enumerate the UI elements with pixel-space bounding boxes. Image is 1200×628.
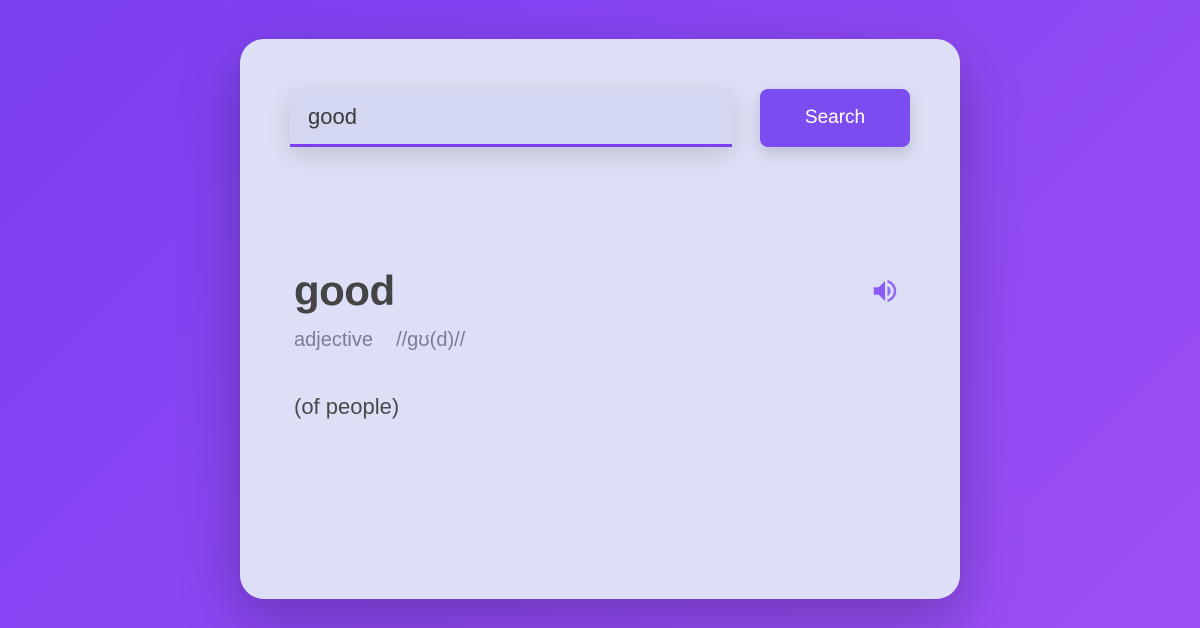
word-meta: adjective //gʊ(d)// (294, 329, 906, 352)
search-input[interactable] (290, 89, 732, 147)
pronounce-button[interactable] (864, 270, 906, 312)
dictionary-card: Search good adjective //gʊ(d)// (of peop… (240, 39, 960, 599)
word-row: good (294, 267, 906, 315)
result-word: good (294, 267, 395, 315)
speaker-icon (870, 276, 900, 306)
part-of-speech: adjective (294, 329, 373, 351)
result-section: good adjective //gʊ(d)// (of people) (290, 267, 910, 420)
search-row: Search (290, 89, 910, 147)
search-button[interactable]: Search (760, 89, 910, 147)
phonetic: //gʊ(d)// (396, 329, 465, 351)
definition-text: (of people) (294, 394, 906, 420)
